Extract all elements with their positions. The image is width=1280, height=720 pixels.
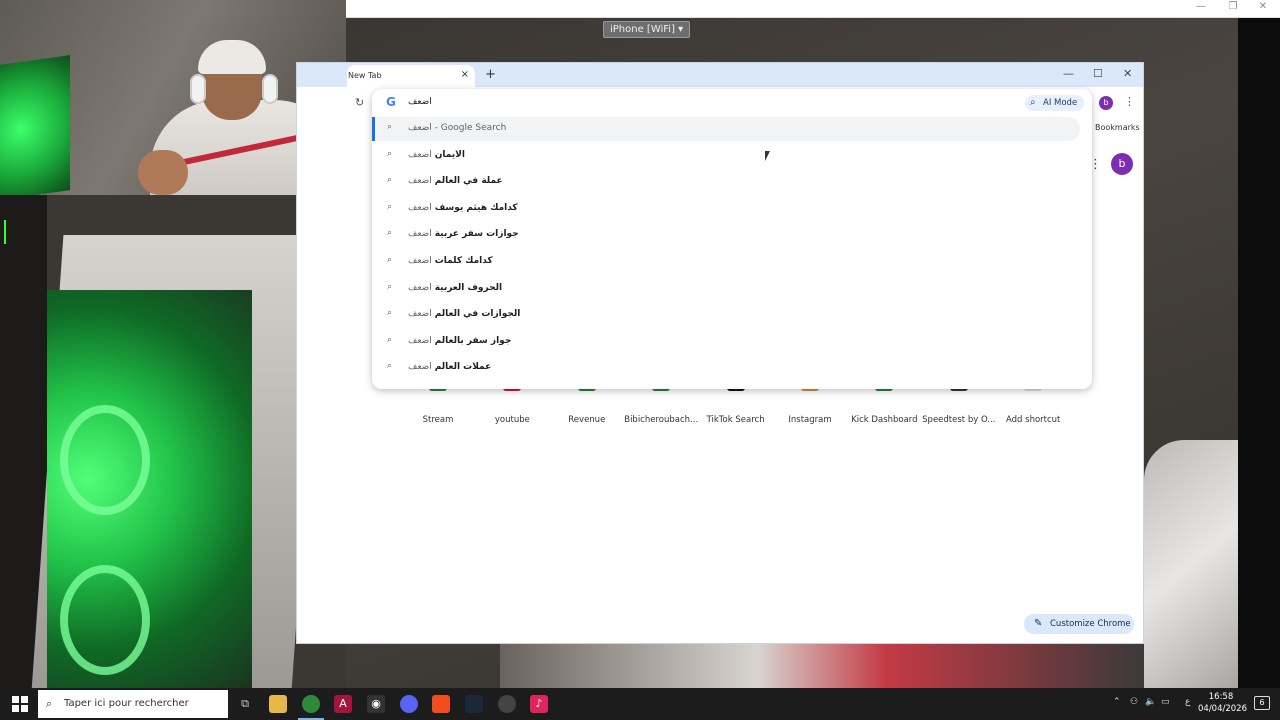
customize-label: Customize Chrome bbox=[1050, 619, 1131, 629]
side-bar bbox=[1238, 18, 1280, 688]
suggestion-text: جواز سفر بالعالم اضعف bbox=[408, 335, 512, 346]
avatar[interactable]: b bbox=[1099, 96, 1113, 110]
taskbar-search-input[interactable]: ⌕ Taper ici pour rechercher bbox=[38, 690, 228, 718]
omnibox-dropdown: G اضعف ⌕ AI Mode b ⋮ ⌕ اضعف - Google Sear… bbox=[372, 89, 1135, 389]
search-icon: ⌕ bbox=[387, 148, 393, 159]
suggestion-item[interactable]: ⌕ كدامك كلمات اضعف bbox=[372, 250, 1080, 274]
mouse-cursor bbox=[765, 151, 775, 161]
camera-background bbox=[500, 644, 1144, 688]
suggestion-item[interactable]: ⌕ الجوازات في العالم اضعف bbox=[372, 303, 1080, 327]
customize-chrome-button[interactable]: ✎ Customize Chrome bbox=[1024, 614, 1134, 634]
device-selector[interactable]: iPhone [WiFi] ▾ bbox=[603, 21, 691, 38]
search-icon: ⌕ bbox=[387, 122, 393, 132]
close-icon[interactable]: × bbox=[461, 69, 469, 80]
clock-time: 16:58 bbox=[1208, 692, 1234, 702]
search-icon: ⌕ bbox=[387, 255, 393, 265]
chevron-up-icon[interactable]: ⌃ bbox=[1113, 697, 1121, 707]
search-icon: ⌕ bbox=[387, 361, 393, 372]
omnibox-input[interactable]: G اضعف ⌕ AI Mode b ⋮ bbox=[372, 89, 1135, 117]
suggestion-text: جوازات سفر عربية اضعف bbox=[408, 229, 519, 240]
tab-strip: New Tab × + — ☐ ✕ bbox=[297, 63, 1143, 87]
clock[interactable]: 16:58 04/04/2026 bbox=[1198, 691, 1247, 715]
affinity-icon[interactable]: A bbox=[334, 695, 352, 713]
suggestion-text: كدامك كلمات اضعف bbox=[408, 256, 493, 266]
file-explorer-icon[interactable] bbox=[269, 695, 287, 713]
notification-icon[interactable]: 6 bbox=[1254, 696, 1270, 710]
host-minimize-icon[interactable]: — bbox=[1186, 1, 1216, 12]
suggestion-item[interactable]: ⌕ جوازات سفر عربية اضعف bbox=[372, 223, 1080, 247]
suggestion-text: عملات العالم اضعف bbox=[408, 362, 492, 373]
host-titlebar: — ❐ ✕ bbox=[346, 0, 1280, 18]
suggestion-text: اضعف - Google Search bbox=[408, 123, 507, 133]
ai-search-icon: ⌕ bbox=[1030, 97, 1036, 108]
suggestion-item[interactable]: ⌕ اضعف - Google Search bbox=[372, 117, 1080, 141]
suggestion-item[interactable]: ⌕ الايمان اضعف bbox=[372, 144, 1080, 168]
suggestion-item[interactable]: ⌕ جواز سفر بالعالم اضعف bbox=[372, 330, 1080, 354]
more-vert-icon[interactable]: ⋮ bbox=[1124, 95, 1135, 108]
shortcut-label: Kick Dashboard bbox=[851, 415, 918, 425]
speedtest-icon[interactable] bbox=[498, 695, 516, 713]
suggestion-text: الايمان اضعف bbox=[408, 149, 465, 160]
taskbar: ⌕ Taper ici pour rechercher ⧉ A ◉ ♪ ⌃ ⚇ … bbox=[0, 688, 1280, 720]
search-icon: ⌕ bbox=[387, 228, 393, 239]
ai-mode-button[interactable]: ⌕ AI Mode bbox=[1025, 95, 1084, 111]
avatar[interactable]: b bbox=[1111, 153, 1133, 175]
shortcut-label: TikTok Search bbox=[706, 415, 765, 425]
suggestion-text: الحروف العربية اضعف bbox=[408, 282, 503, 293]
clock-date: 04/04/2026 bbox=[1198, 704, 1247, 714]
shortcut-label: Speedtest by O... bbox=[922, 415, 996, 425]
search-icon: ⌕ bbox=[387, 308, 393, 319]
shortcut-label: youtube bbox=[494, 415, 530, 425]
search-icon: ⌕ bbox=[387, 281, 393, 292]
shortcut-label: Bibicheroubach... bbox=[624, 415, 699, 425]
search-icon: ⌕ bbox=[46, 697, 53, 710]
camera-background bbox=[1144, 440, 1238, 688]
new-tab-button[interactable]: + bbox=[485, 67, 496, 82]
shortcut-label: Revenue bbox=[568, 415, 606, 425]
suggestion-item[interactable]: ⌕ عملة في العالم اضعف bbox=[372, 170, 1080, 194]
language-indicator[interactable]: ع bbox=[1185, 697, 1190, 707]
google-icon: G bbox=[386, 95, 396, 109]
shortcut-label: Instagram bbox=[788, 415, 832, 425]
search-placeholder: Taper ici pour rechercher bbox=[64, 698, 189, 709]
suggestion-text: الجوازات في العالم اضعف bbox=[408, 309, 521, 320]
webcam-feed bbox=[0, 0, 346, 195]
minimize-button[interactable]: — bbox=[1063, 67, 1074, 80]
task-view-icon[interactable]: ⧉ bbox=[236, 695, 254, 713]
bookmarks-label[interactable]: Bookmarks bbox=[1095, 123, 1140, 132]
close-button[interactable]: ✕ bbox=[1123, 67, 1132, 80]
volume-icon[interactable]: 🔈 bbox=[1145, 697, 1156, 707]
people-icon[interactable]: ⚇ bbox=[1130, 697, 1138, 707]
obs-icon[interactable]: ◉ bbox=[367, 695, 385, 713]
windows-start-icon[interactable] bbox=[12, 696, 28, 712]
pencil-icon: ✎ bbox=[1034, 618, 1043, 629]
shortcut-label: Add shortcut bbox=[1005, 415, 1061, 425]
suggestion-text: كدامك هيثم يوسف اضعف bbox=[408, 202, 518, 213]
tab-new-tab[interactable]: New Tab × bbox=[347, 65, 475, 87]
steam-icon[interactable] bbox=[465, 695, 483, 713]
chrome-icon[interactable] bbox=[298, 695, 324, 720]
maximize-button[interactable]: ☐ bbox=[1093, 67, 1103, 80]
ai-mode-label: AI Mode bbox=[1043, 98, 1078, 108]
reload-icon[interactable]: ↻ bbox=[355, 96, 364, 109]
brave-icon[interactable] bbox=[432, 695, 450, 713]
pc-camera-feed bbox=[0, 195, 346, 688]
suggestion-item[interactable]: ⌕ كدامك هيثم يوسف اضعف bbox=[372, 197, 1080, 221]
search-icon: ⌕ bbox=[387, 334, 393, 345]
host-close-icon[interactable]: ✕ bbox=[1248, 1, 1278, 12]
tiktok-icon[interactable]: ♪ bbox=[530, 695, 548, 713]
discord-icon[interactable] bbox=[400, 695, 418, 713]
search-icon: ⌕ bbox=[387, 201, 393, 212]
shortcut-label: Stream bbox=[422, 415, 454, 425]
host-restore-icon[interactable]: ❐ bbox=[1218, 1, 1248, 12]
suggestion-item[interactable]: ⌕ الحروف العربية اضعف bbox=[372, 277, 1080, 301]
suggestion-item[interactable]: ⌕ عملات العالم اضعف bbox=[372, 356, 1080, 380]
suggestion-text: عملة في العالم اضعف bbox=[408, 176, 503, 187]
omnibox-query[interactable]: اضعف bbox=[408, 97, 432, 107]
search-icon: ⌕ bbox=[387, 175, 393, 186]
tab-title: New Tab bbox=[348, 71, 382, 80]
network-icon[interactable]: ▭ bbox=[1161, 697, 1170, 707]
